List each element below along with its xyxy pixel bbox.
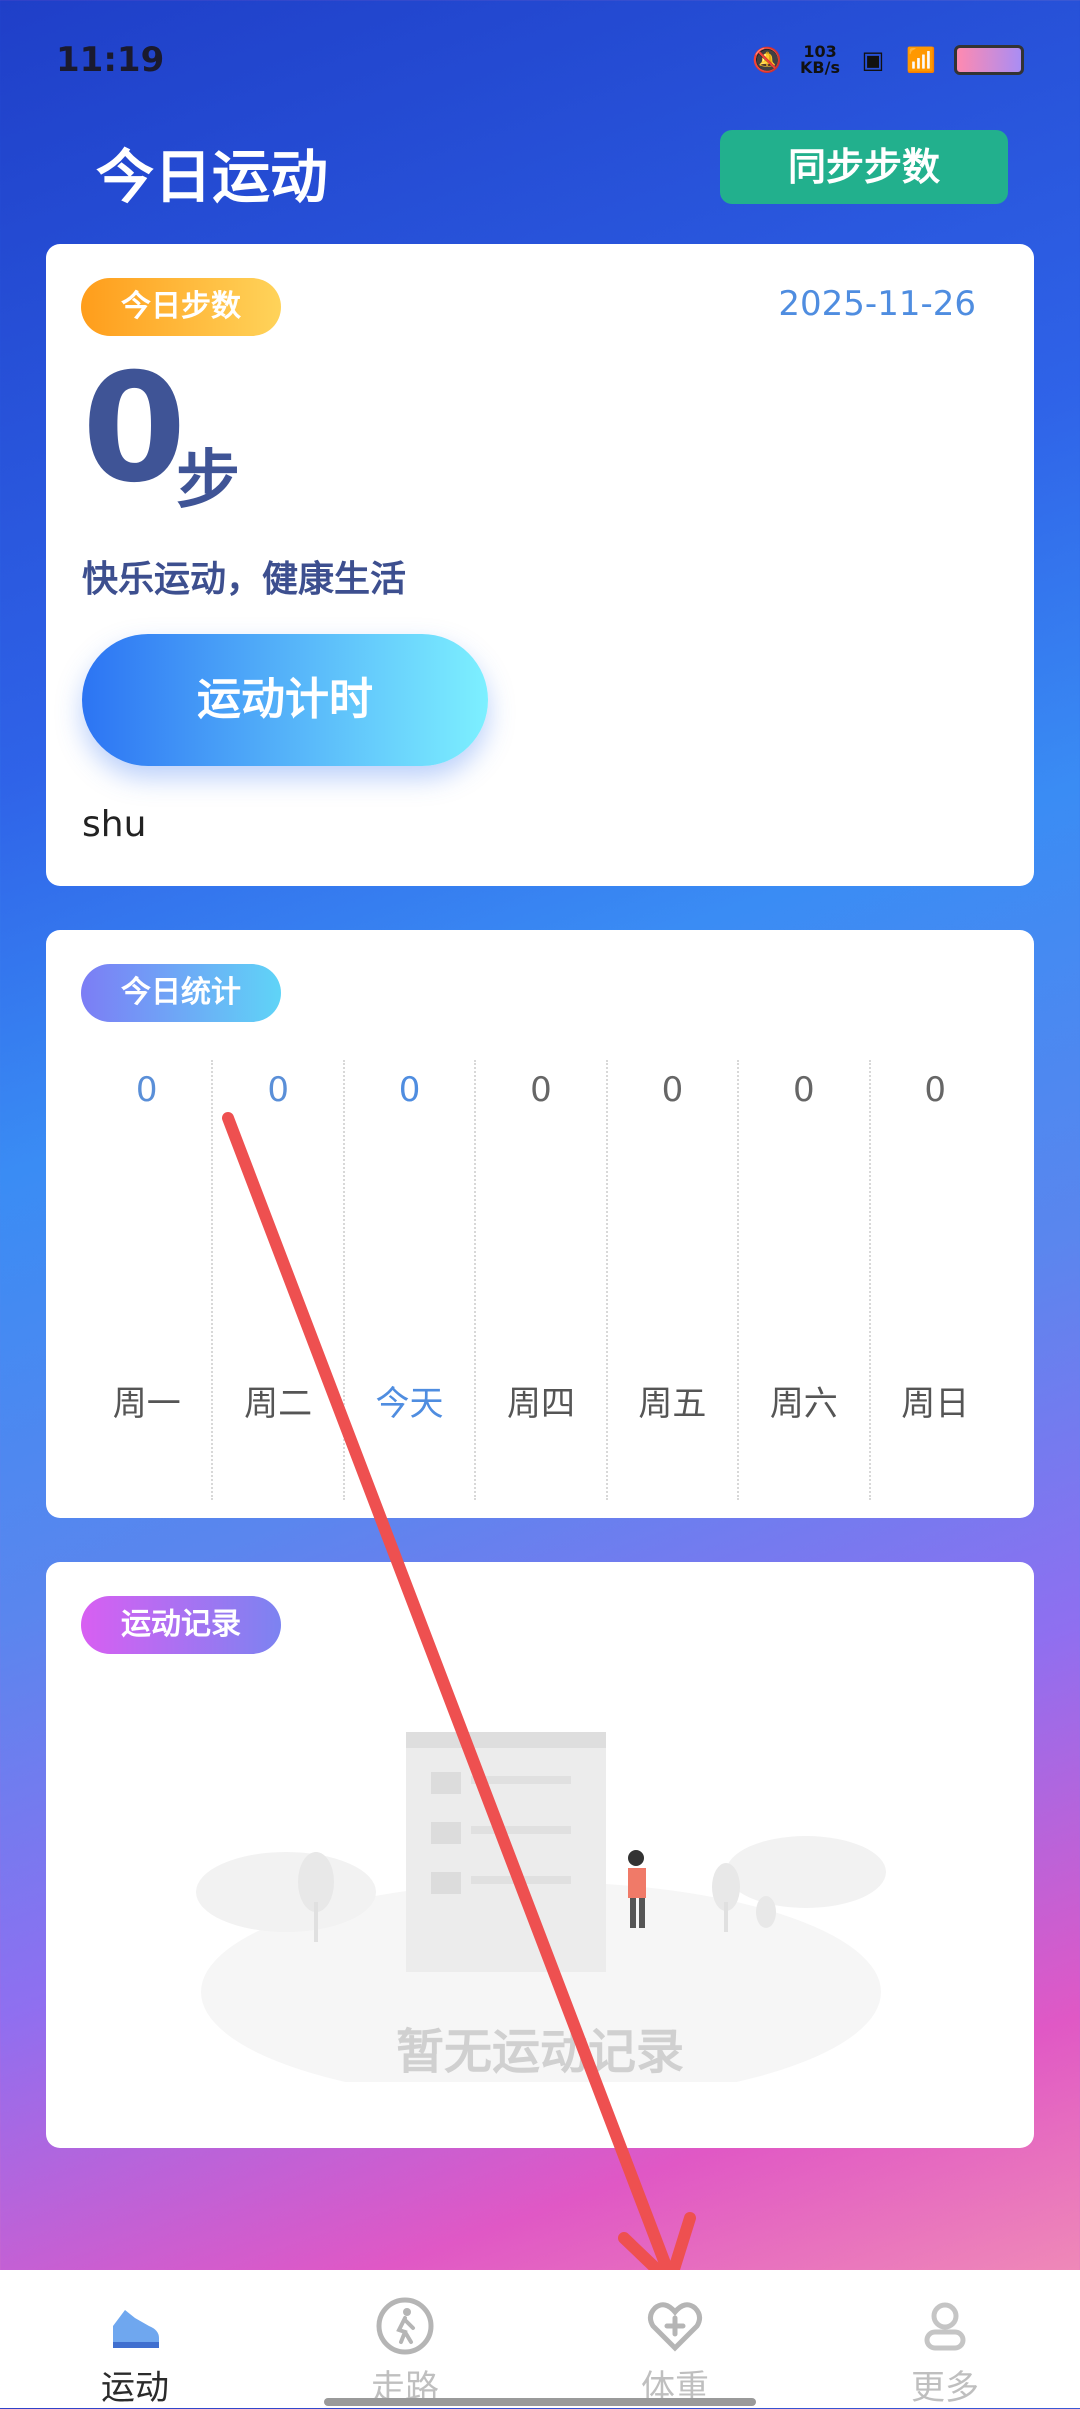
day-value: 0 <box>267 1070 289 1110</box>
empty-records-text: 暂无运动记录 <box>395 2024 684 2080</box>
day-value: 0 <box>924 1070 947 1110</box>
today-stats-card: 今日统计 0 周一 0 周二 0 今天 0 周四 0 周五 0 周六 0 周日 <box>46 930 1034 1518</box>
heart-plus-icon <box>647 2302 703 2352</box>
sync-steps-button[interactable]: 同步步数 <box>720 130 1008 204</box>
tab-label: 运动 <box>101 2368 169 2408</box>
person-icon <box>924 2302 966 2351</box>
exercise-timer-button[interactable]: 运动计时 <box>82 634 488 766</box>
steps-count: 0 <box>82 342 187 516</box>
day-value: 0 <box>661 1070 684 1110</box>
day-column: 0 周五 <box>608 1060 740 1500</box>
today-stats-tag: 今日统计 <box>81 964 281 1022</box>
tab-label: 更多 <box>911 2368 979 2408</box>
day-label: 周二 <box>244 1384 313 1424</box>
day-value: 0 <box>398 1070 421 1110</box>
tab-exercise[interactable]: 运动 <box>0 2270 270 2408</box>
day-label: 周四 <box>506 1384 575 1424</box>
battery-icon <box>954 45 1024 75</box>
day-column: 0 周一 <box>82 1060 214 1500</box>
header: 今日运动 同步步数 <box>0 120 1080 230</box>
bottom-tab-bar: 运动 走路 体重 更多 <box>0 2270 1080 2408</box>
today-steps-card: 今日步数 2025-11-26 0 步 快乐运动，健康生活 运动计时 shu <box>46 244 1034 886</box>
status-bar: 11:19 🔕 103 KB/s ▣ 📶 <box>0 0 1080 120</box>
day-label: 周日 <box>901 1384 970 1424</box>
mute-bell-icon: 🔕 <box>752 46 782 74</box>
home-indicator[interactable] <box>324 2398 756 2406</box>
today-steps-tag: 今日步数 <box>81 278 281 336</box>
user-name: shu <box>82 804 147 845</box>
day-column: 0 周二 <box>213 1060 345 1500</box>
status-time: 11:19 <box>56 40 165 80</box>
day-label: 周六 <box>769 1384 838 1424</box>
steps-unit: 步 <box>176 444 240 518</box>
sim-icon: ▣ <box>861 46 885 74</box>
tab-weight[interactable]: 体重 <box>540 2270 810 2408</box>
day-value: 0 <box>793 1070 815 1110</box>
day-column: 0 周日 <box>871 1060 1000 1500</box>
day-label: 周一 <box>112 1384 181 1424</box>
day-value: 0 <box>530 1070 552 1110</box>
page-title: 今日运动 <box>96 143 329 211</box>
week-chart: 0 周一 0 周二 0 今天 0 周四 0 周五 0 周六 0 周日 <box>82 1060 1000 1500</box>
tab-walking[interactable]: 走路 <box>270 2270 540 2408</box>
day-label: 周五 <box>638 1384 707 1424</box>
day-label: 今天 <box>375 1384 444 1424</box>
date-label: 2025-11-26 <box>778 284 976 324</box>
status-icons: 🔕 103 KB/s ▣ 📶 <box>752 44 1024 76</box>
day-column: 0 周六 <box>739 1060 871 1500</box>
speed-unit: KB/s <box>800 58 840 77</box>
day-column-today: 0 今天 <box>345 1060 477 1500</box>
tab-more[interactable]: 更多 <box>810 2270 1080 2408</box>
day-value: 0 <box>135 1070 158 1110</box>
wifi-icon: 📶 <box>906 46 936 74</box>
network-speed: 103 KB/s <box>800 44 840 76</box>
day-column: 0 周四 <box>476 1060 608 1500</box>
exercise-records-card: 运动记录 暂无运动记录 <box>46 1562 1034 2148</box>
shoe-icon <box>113 2310 159 2348</box>
exercise-records-tag: 运动记录 <box>81 1596 281 1654</box>
walking-icon <box>376 2297 434 2355</box>
slogan: 快乐运动，健康生活 <box>82 559 407 600</box>
